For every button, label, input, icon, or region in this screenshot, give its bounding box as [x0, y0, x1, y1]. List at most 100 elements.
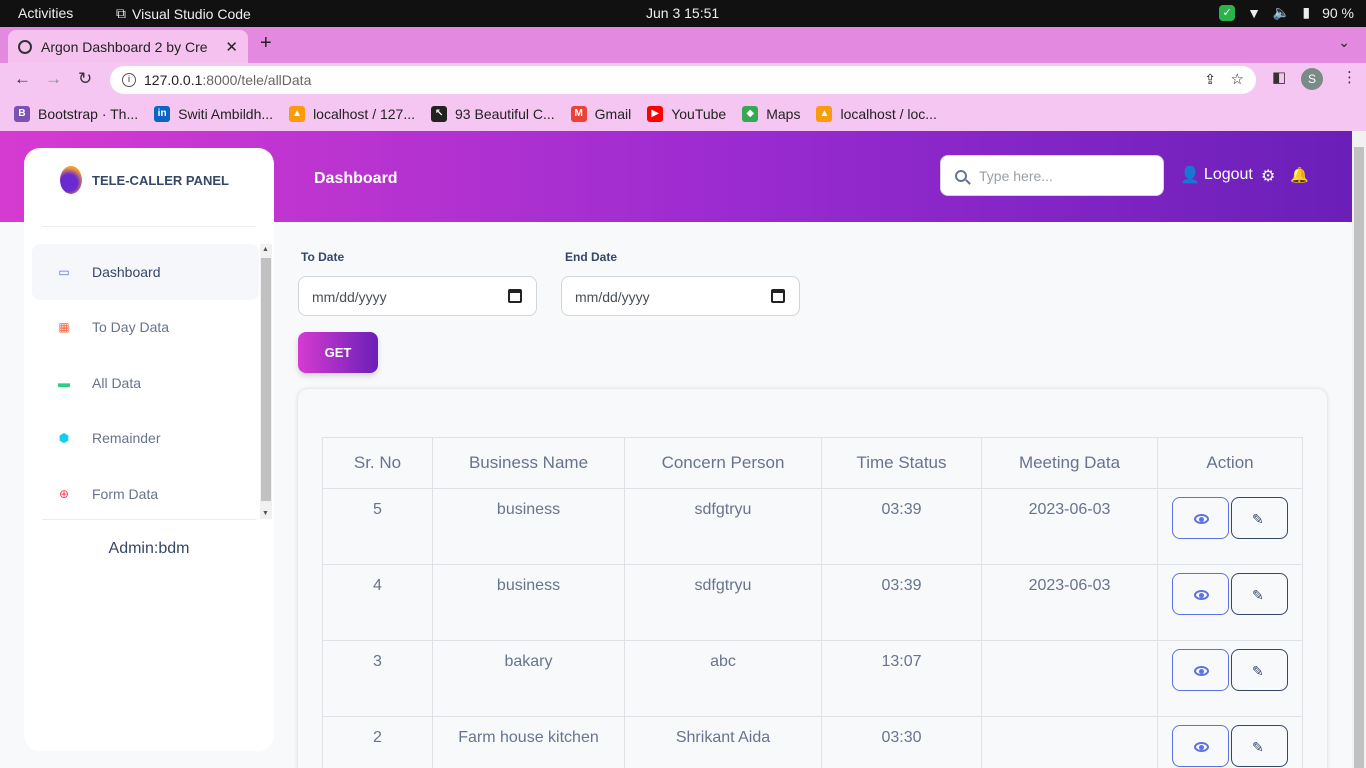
- reload-icon[interactable]: ↻: [78, 69, 92, 89]
- sidebar-item-all-data[interactable]: ▬ All Data: [32, 355, 259, 411]
- clock[interactable]: Jun 3 15:51: [646, 5, 719, 21]
- kebab-menu-icon[interactable]: ⋮: [1342, 68, 1357, 86]
- sidebar-item-label: All Data: [92, 374, 142, 391]
- bookmark-item[interactable]: B Bootstrap · Th...: [14, 106, 138, 122]
- bookmark-item[interactable]: ▶ YouTube: [647, 106, 726, 122]
- edit-button[interactable]: ✎: [1231, 497, 1288, 539]
- table-row: 5 business sdfgtryu 03:39 2023-06-03 ✎: [322, 488, 1303, 565]
- edit-button[interactable]: ✎: [1231, 649, 1288, 691]
- bookmark-star-icon[interactable]: ☆: [1231, 70, 1244, 88]
- brand[interactable]: TELE-CALLER PANEL: [60, 166, 229, 194]
- divider: [42, 226, 256, 227]
- bookmark-item[interactable]: ◆ Maps: [742, 106, 800, 122]
- monitor-icon: ▭: [58, 264, 70, 279]
- search-input[interactable]: Type here...: [940, 155, 1164, 196]
- gear-icon[interactable]: ⚙: [1261, 166, 1275, 186]
- pencil-icon: ✎: [1252, 587, 1264, 603]
- bookmark-label: 93 Beautiful C...: [455, 106, 555, 122]
- end-date-value: mm/dd/yyyy: [575, 289, 650, 305]
- sidebar: TELE-CALLER PANEL ▭ Dashboard ▦ To Day Dat…: [24, 148, 274, 751]
- close-tab-icon[interactable]: ✕: [225, 38, 238, 56]
- view-button[interactable]: [1172, 725, 1229, 767]
- forward-arrow-icon[interactable]: →: [45, 69, 62, 89]
- sidebar-item-label: Dashboard: [92, 263, 161, 280]
- table-row: 2 Farm house kitchen Shrikant Aida 03:30…: [322, 716, 1303, 768]
- tab-search-chevron-icon[interactable]: ⌄: [1338, 34, 1350, 51]
- bookmark-label: Bootstrap · Th...: [38, 106, 139, 122]
- back-arrow-icon[interactable]: ←: [14, 69, 31, 89]
- logout-link[interactable]: 👤 Logout: [1180, 165, 1253, 185]
- cell-time-status: 13:07: [821, 640, 982, 717]
- sidebar-item-today-data[interactable]: ▦ To Day Data: [32, 300, 259, 356]
- share-icon[interactable]: ⇪: [1204, 71, 1216, 88]
- bell-icon[interactable]: 🔔: [1290, 166, 1309, 184]
- to-date-input[interactable]: mm/dd/yyyy: [298, 276, 537, 316]
- cell-actions: ✎: [1157, 716, 1303, 768]
- bookmark-item[interactable]: ↖ 93 Beautiful C...: [431, 106, 555, 122]
- divider: [42, 519, 256, 520]
- address-bar[interactable]: i 127.0.0.1:8000/tele/allData ⇪ ☆: [110, 66, 1256, 94]
- cell-meeting-data: [981, 716, 1158, 768]
- sidebar-item-dashboard[interactable]: ▭ Dashboard: [32, 244, 259, 300]
- bookmark-label: Maps: [766, 106, 801, 122]
- cell-business-name: bakary: [432, 640, 625, 717]
- tab-title: Argon Dashboard 2 by Cre: [41, 38, 208, 55]
- globe-icon: ⊕: [58, 486, 70, 501]
- end-date-input[interactable]: mm/dd/yyyy: [561, 276, 800, 316]
- data-table: Sr. No Business Name Concern Person Time…: [322, 437, 1303, 768]
- scrollbar-thumb[interactable]: [1354, 147, 1364, 768]
- bookmark-item[interactable]: M Gmail: [570, 106, 632, 122]
- gmail-icon: M: [570, 106, 587, 122]
- bookmark-label: localhost / loc...: [840, 106, 937, 122]
- bookmark-label: Gmail: [594, 106, 632, 122]
- scroll-down-icon[interactable]: ▼: [262, 510, 269, 517]
- cell-actions: ✎: [1157, 488, 1303, 565]
- sidebar-scrollbar[interactable]: ▲ ▼: [260, 244, 272, 519]
- new-tab-button[interactable]: +: [260, 32, 272, 55]
- get-button[interactable]: GET: [298, 332, 378, 373]
- sidebar-item-remainder[interactable]: ⬢ Remainder: [32, 411, 259, 467]
- system-tray[interactable]: ✓ ▼ 🔈 ▮ 90 %: [1219, 4, 1354, 21]
- browser-tab[interactable]: Argon Dashboard 2 by Cre ✕: [8, 30, 248, 63]
- cell-concern-person: abc: [624, 640, 822, 717]
- scrollbar-thumb[interactable]: [261, 258, 271, 501]
- bookmark-item[interactable]: ▲ localhost / loc...: [816, 106, 937, 122]
- calendar-icon[interactable]: [771, 289, 785, 303]
- url-host: 127.0.0.1: [144, 72, 203, 88]
- bookmark-item[interactable]: in Switi Ambildh...: [154, 106, 273, 122]
- globe-icon: [18, 39, 32, 54]
- shield-icon: ✓: [1219, 4, 1236, 21]
- sidebar-item-label: Form Data: [92, 485, 159, 502]
- battery-level: 90 %: [1322, 4, 1354, 21]
- eye-icon: [1194, 590, 1209, 600]
- view-button[interactable]: [1172, 649, 1229, 691]
- site-info-icon[interactable]: i: [122, 73, 136, 87]
- admin-label: Admin:bdm: [108, 540, 190, 557]
- edit-button[interactable]: ✎: [1231, 573, 1288, 615]
- cell-time-status: 03:39: [821, 564, 982, 641]
- browser-tab-bar: Argon Dashboard 2 by Cre ✕: [0, 27, 1366, 63]
- credit-card-icon: ▬: [58, 375, 70, 390]
- sidebar-item-form-data[interactable]: ⊕ Form Data: [32, 466, 259, 519]
- scroll-up-icon[interactable]: ▲: [262, 246, 269, 253]
- active-app[interactable]: ⧉ Visual Studio Code: [116, 5, 251, 22]
- bookmark-item[interactable]: ▲ localhost / 127...: [289, 106, 415, 122]
- page-scrollbar[interactable]: [1352, 131, 1366, 768]
- eye-icon: [1194, 514, 1209, 524]
- url-path: :8000/tele/allData: [202, 72, 312, 88]
- edit-button[interactable]: ✎: [1231, 725, 1288, 767]
- activities-button[interactable]: Activities: [18, 5, 73, 21]
- pencil-icon: ✎: [1252, 511, 1264, 527]
- end-date-label: End Date: [565, 250, 618, 264]
- side-panel-icon[interactable]: ◧: [1272, 68, 1286, 86]
- phpmyadmin-icon: ▲: [816, 106, 833, 122]
- cell-meeting-data: 2023-06-03: [981, 488, 1158, 565]
- calendar-icon[interactable]: [508, 289, 522, 303]
- column-header: Action: [1157, 437, 1303, 489]
- view-button[interactable]: [1172, 497, 1229, 539]
- profile-avatar[interactable]: S: [1301, 68, 1323, 90]
- cell-concern-person: sdfgtryu: [624, 564, 822, 641]
- cell-business-name: business: [432, 488, 625, 565]
- eye-icon: [1194, 742, 1209, 752]
- view-button[interactable]: [1172, 573, 1229, 615]
